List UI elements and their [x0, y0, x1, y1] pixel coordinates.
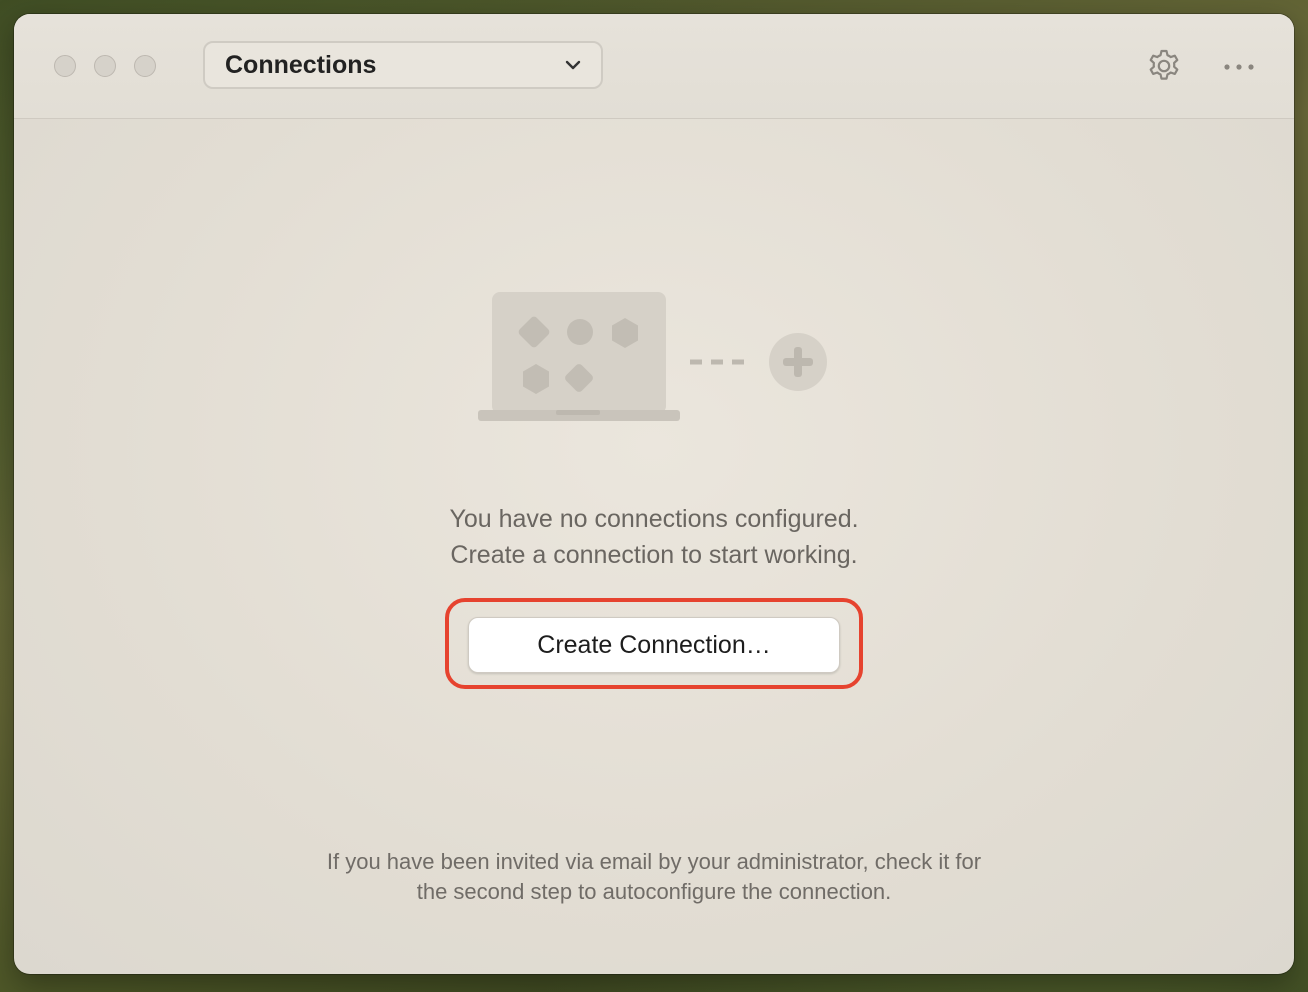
empty-state-message-line2: Create a connection to start working. [450, 541, 858, 569]
gear-icon[interactable] [1145, 47, 1183, 85]
ellipsis-icon[interactable] [1219, 54, 1259, 80]
connections-window: Connections You have no connections conf… [14, 14, 1294, 974]
invite-hint-line2: the second step to autoconfigure the con… [416, 879, 892, 904]
minimize-window-button[interactable] [94, 55, 116, 77]
create-connection-button[interactable]: Create Connection… [468, 617, 840, 673]
title-bar: Connections [14, 14, 1294, 119]
empty-state-message-line1: You have no connections configured. [449, 505, 859, 533]
close-window-button[interactable] [54, 55, 76, 77]
laptop-plus-illustration [478, 292, 827, 421]
zoom-window-button[interactable] [134, 55, 156, 77]
connections-dropdown[interactable]: Connections [203, 41, 603, 89]
chevron-down-icon [565, 60, 581, 70]
connections-dropdown-label: Connections [225, 50, 377, 79]
invite-hint-line1: If you have been invited via email by yo… [326, 849, 982, 874]
